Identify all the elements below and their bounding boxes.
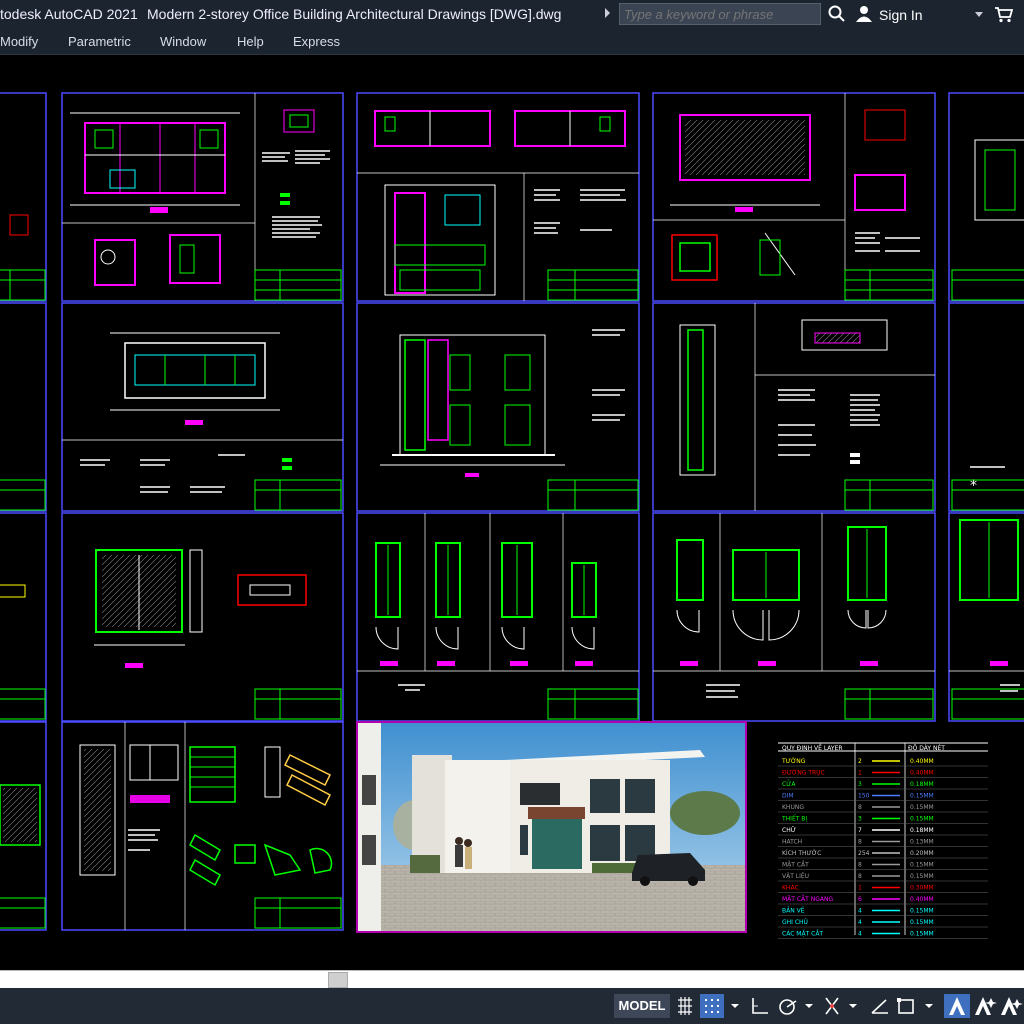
chevron-down-icon[interactable] [728,994,742,1018]
layer-number: 4 [858,908,862,915]
layer-number: 1 [858,770,862,777]
chevron-down-icon[interactable] [975,12,983,17]
layer-table-header-left: QUY ĐỊNH VỀ LAYER [782,744,843,752]
annotation-scale-icon[interactable] [944,994,970,1018]
layer-number: 7 [858,827,862,834]
drawing-canvas[interactable]: * QUY ĐỊNH VỀ LAYER ĐỘ DÀY NÉT TƯỜNG 2 0… [0,55,1024,970]
layer-number: 8 [858,804,862,811]
horizontal-scrollbar[interactable] [0,970,1024,989]
osnap-icon[interactable] [820,994,844,1018]
grid-icon[interactable] [674,994,696,1018]
layer-weight: 0.18MM [910,827,934,834]
layer-table: QUY ĐỊNH VỀ LAYER ĐỘ DÀY NÉT TƯỜNG 2 0.40M… [778,742,988,939]
app-title: todesk AutoCAD 2021 [0,6,138,22]
layer-number: 8 [858,839,862,846]
layer-number: 2 [858,758,862,765]
layer-number: 4 [858,931,862,938]
layer-name: CỬA [782,780,796,788]
layer-name: MẶT CẮT NGANG [782,895,833,903]
layer-weight: 0.13MM [910,839,934,846]
menu-window[interactable]: Window [160,34,206,49]
layer-number: 150 [858,793,870,800]
polar-icon[interactable] [776,994,800,1018]
layer-number: 3 [858,781,862,788]
title-bar: todesk AutoCAD 2021 Modern 2-storey Offi… [0,0,1024,30]
layer-name: CHỮ [782,827,796,834]
layer-weight: 0.15MM [910,873,934,880]
layer-weight: 0.15MM [910,919,934,926]
svg-text:*: * [970,478,977,494]
layer-weight: 0.15MM [910,793,934,800]
selection-cycling-icon[interactable] [894,994,920,1018]
layer-number: 4 [858,919,862,926]
menu-bar: Modify Parametric Window Help Express [0,30,1024,55]
layer-weight: 0.40MM [910,896,934,903]
layer-name: DIM [782,793,794,800]
layer-weight: 0.15MM [910,816,934,823]
search-icon[interactable] [828,5,846,23]
layer-number: 1 [858,885,862,892]
ortho-icon[interactable] [748,994,772,1018]
layer-weight: 0.15MM [910,931,934,938]
search-input[interactable] [619,3,821,25]
layer-weight: 0.40MM [910,758,934,765]
layer-number: 6 [858,896,862,903]
rendering-image [356,721,747,933]
dynamic-ucs-icon[interactable] [868,994,892,1018]
layer-number: 254 [858,850,870,857]
menu-express[interactable]: Express [293,34,340,49]
annotation-visibility-icon[interactable] [972,994,998,1018]
user-icon[interactable] [855,5,873,23]
model-space-button[interactable]: MODEL [614,994,670,1018]
menu-parametric[interactable]: Parametric [68,34,131,49]
layer-weight: 0.30MM [910,885,934,892]
layer-name: HATCH [782,839,802,846]
layer-name: KHUNG [782,804,804,811]
chevron-down-icon[interactable] [846,994,860,1018]
layer-weight: 0.15MM [910,862,934,869]
layer-name: THIẾT BỊ [781,815,807,823]
menu-help[interactable]: Help [237,34,264,49]
document-title: Modern 2-storey Office Building Architec… [147,6,562,22]
scrollbar-thumb[interactable] [328,972,348,988]
layer-name: GHI CHÚ [782,919,808,926]
layer-name: KÍCH THƯỚC [782,850,821,857]
workspace-icon[interactable] [1000,994,1024,1018]
chevron-down-icon[interactable] [922,994,936,1018]
expand-arrow-icon[interactable] [605,8,610,18]
layer-name: CÁC MẶT CẮT [782,930,823,938]
chevron-down-icon[interactable] [802,994,816,1018]
layer-name: ĐƯỜNG TRỤC [782,770,825,777]
sign-in-button[interactable]: Sign In [879,7,923,23]
layer-weight: 0.15MM [910,908,934,915]
layer-weight: 0.15MM [910,804,934,811]
layer-name: KHÁC [782,885,799,892]
layer-number: 8 [858,862,862,869]
layer-weight: 0.20MM [910,850,934,857]
menu-modify[interactable]: Modify [0,34,38,49]
snap-icon[interactable] [700,994,724,1018]
layer-number: 8 [858,873,862,880]
cart-icon[interactable] [995,7,1013,23]
layer-name: MẶT CẮT [782,861,809,869]
layer-name: TƯỜNG [781,758,806,765]
layer-table-header-right: ĐỘ DÀY NÉT [908,744,945,752]
layer-weight: 0.18MM [910,781,934,788]
drawing-svg: * QUY ĐỊNH VỀ LAYER ĐỘ DÀY NÉT TƯỜNG 2 0… [0,92,1024,939]
layer-name: BẢN VẼ [782,907,805,915]
layer-number: 3 [858,816,862,823]
layer-weight: 0.40MM [910,770,934,777]
layer-name: VẬT LIỆU [782,872,809,880]
